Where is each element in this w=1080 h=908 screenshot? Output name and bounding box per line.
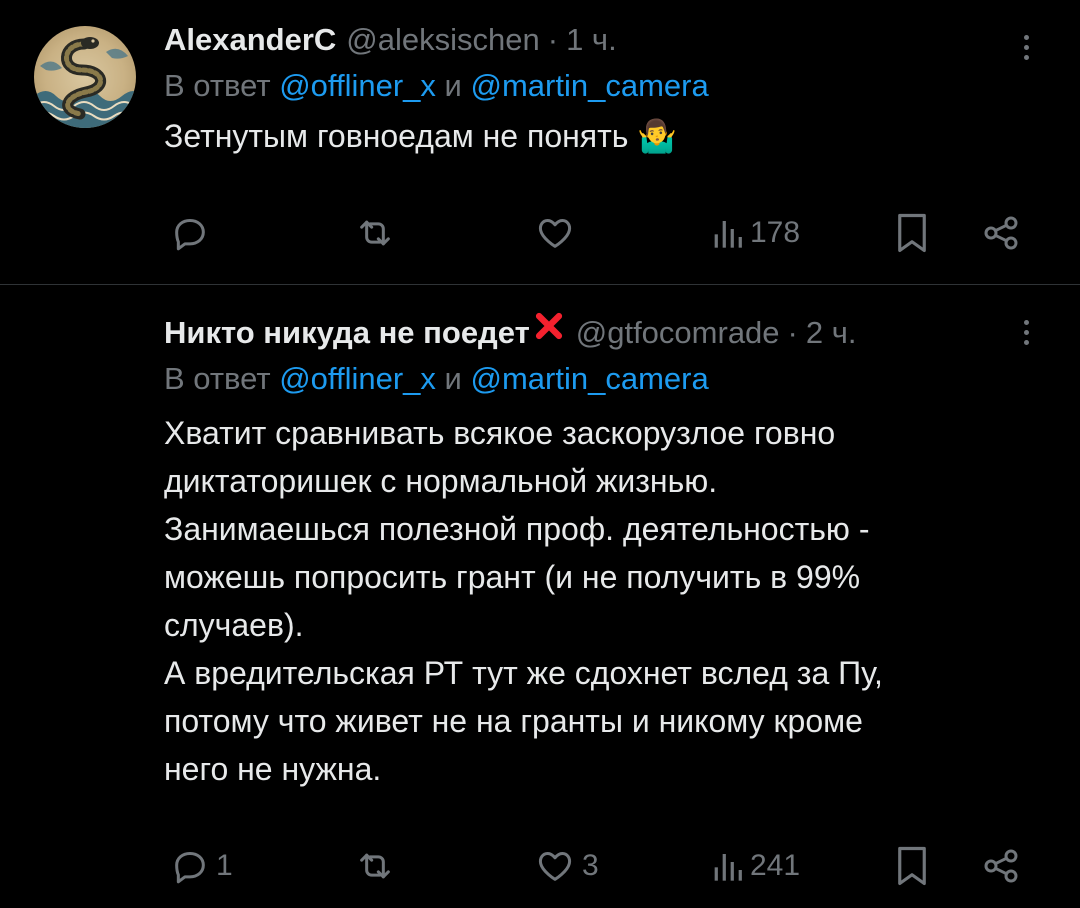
action-bar: 178 [164, 208, 1024, 258]
views-chart-icon [714, 221, 742, 248]
author-name[interactable]: AlexanderC [164, 20, 336, 60]
share-button[interactable] [980, 841, 1022, 891]
heart-icon [538, 852, 572, 881]
reply-count: 1 [216, 849, 233, 882]
tweet-text: Зетнутым говноедам не понять 🤷‍♂️ [164, 112, 1050, 160]
tweet-text-line: Зетнутым говноедам не понять 🤷‍♂️ [164, 118, 678, 154]
views-count: 178 [750, 216, 801, 249]
cross-mark-icon [535, 312, 562, 340]
mention-link[interactable]: @offliner_x [279, 361, 436, 396]
tweet-header: Никто никуда не поедет @gtfocomrade · 2 … [164, 309, 1050, 353]
reply-prefix: В ответ [164, 361, 271, 396]
snake-avatar-icon[interactable] [34, 26, 136, 128]
more-icon[interactable] [1016, 315, 1036, 355]
share-button[interactable] [980, 208, 1022, 258]
reply-context: В ответ @offliner_x и @martin_camera [164, 359, 1050, 399]
like-button[interactable]: 3 [534, 841, 599, 891]
conjunction: и [444, 361, 462, 396]
tweet-text-line: Хватит сравнивать всякое заскорузлое гов… [164, 415, 836, 451]
reply-icon [175, 219, 205, 251]
author-name[interactable]: Никто никуда не поедет [164, 313, 530, 353]
author-handle[interactable]: @aleksischen [346, 20, 539, 60]
retweet-button[interactable] [354, 841, 402, 891]
views-button[interactable]: 241 [712, 841, 800, 891]
like-button[interactable] [534, 208, 582, 258]
mention-link[interactable]: @offliner_x [279, 68, 436, 103]
reply-context: В ответ @offliner_x и @martin_camera [164, 66, 1050, 106]
reply-button[interactable] [170, 208, 216, 258]
heart-icon [538, 219, 572, 248]
separator: · [787, 315, 798, 350]
retweet-icon [360, 853, 390, 879]
reply-prefix: В ответ [164, 68, 271, 103]
tweet-text-line: потому что живет не на гранты и никому к… [164, 703, 863, 739]
tweet-header: AlexanderC @aleksischen · 1 ч. [164, 20, 1050, 60]
mention-link[interactable]: @martin_camera [470, 361, 708, 396]
separator: · [547, 22, 559, 57]
tweet-text-line: случаев). [164, 607, 304, 643]
tweet-text-line: Занимаешься полезной проф. деятельностью… [164, 511, 870, 547]
tweet-text-line: него не нужна. [164, 751, 382, 787]
timestamp[interactable]: 2 ч. [806, 313, 857, 353]
bookmark-icon [898, 846, 926, 886]
reply-button[interactable]: 1 [170, 841, 233, 891]
views-chart-icon [714, 854, 742, 881]
tweet[interactable]: Никто никуда не поедет @gtfocomrade · 2 … [0, 285, 1080, 908]
tweet-text-line: можешь попросить грант (и не получить в … [164, 559, 861, 595]
tweet-text: Хватит сравнивать всякое заскорузлое гов… [164, 409, 1050, 793]
bookmark-button[interactable] [894, 841, 930, 891]
mention-link[interactable]: @martin_camera [470, 68, 708, 103]
bookmark-icon [898, 213, 926, 253]
author-handle[interactable]: @gtfocomrade [576, 313, 780, 353]
more-icon[interactable] [1016, 30, 1036, 70]
tweet-text-line: диктаторишек с нормальной жизнью. [164, 463, 718, 499]
timestamp[interactable]: 1 ч. [566, 20, 617, 60]
tweet-text-line: А вредительская РТ тут же сдохнет вслед … [164, 655, 883, 691]
tweet[interactable]: AlexanderC @aleksischen · 1 ч. В ответ @… [0, 0, 1080, 284]
retweet-button[interactable] [354, 208, 402, 258]
views-button[interactable]: 178 [712, 208, 800, 258]
views-count: 241 [750, 849, 801, 882]
like-count: 3 [582, 849, 599, 882]
share-icon [984, 849, 1018, 883]
conjunction: и [444, 68, 462, 103]
bookmark-button[interactable] [894, 208, 930, 258]
action-bar: 1 3 241 [164, 841, 1024, 891]
share-icon [984, 216, 1018, 250]
reply-icon [175, 852, 205, 884]
retweet-icon [360, 220, 390, 246]
